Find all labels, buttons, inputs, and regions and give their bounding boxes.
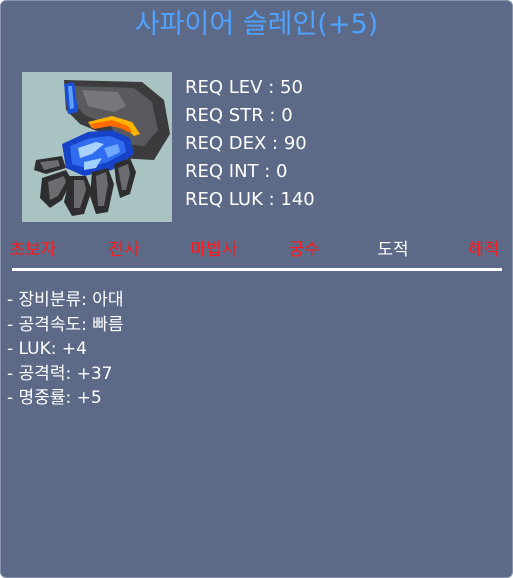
job-magician: 마법사 (190, 240, 238, 260)
stat-accuracy: - 명중률: +5 (7, 388, 102, 408)
requirements-list: REQ LEV : 50 REQ STR : 0 REQ DEX : 90 RE… (185, 74, 315, 214)
stat-equip-type: - 장비분류: 아대 (7, 290, 124, 310)
item-tooltip: 사파이어 슬레인(+5) REQ LEV: 50 REQ STR: 0 RE… (0, 0, 513, 578)
sapphire-glove-icon (34, 80, 170, 216)
req-str: REQ STR : 0 (185, 105, 293, 126)
req-level: REQ LEV : 50 (185, 77, 303, 98)
req-dex: REQ DEX : 90 (185, 133, 307, 154)
stat-luk: - LUK: +4 (7, 339, 87, 359)
job-bowman: 궁수 (288, 240, 320, 260)
divider (12, 268, 502, 271)
job-pirate: 해적 (468, 240, 500, 260)
req-luk: REQ LUK : 140 (185, 189, 315, 210)
stat-attack: - 공격력: +37 (7, 363, 113, 384)
item-icon-box (22, 72, 172, 222)
job-warrior: 전사 (108, 240, 140, 260)
stats-list: - 장비분류: 아대 - 공격속도: 빠름 - LUK: +4 - 공격력: +… (7, 288, 124, 411)
stat-attack-speed: - 공격속도: 빠름 (7, 314, 124, 335)
req-int: REQ INT : 0 (185, 161, 288, 182)
job-list: 초보자 전사 마법사 궁수 도적 해적 (1, 237, 512, 263)
job-beginner: 초보자 (9, 240, 57, 260)
item-name: 사파이어 슬레인(+5) (134, 9, 379, 40)
job-thief: 도적 (377, 240, 409, 260)
